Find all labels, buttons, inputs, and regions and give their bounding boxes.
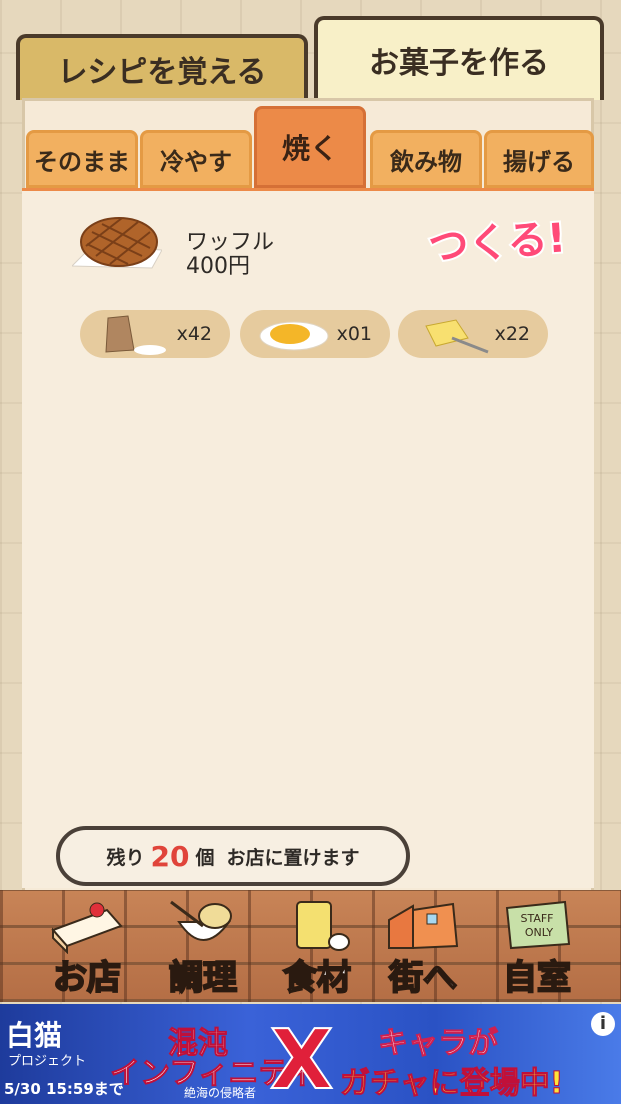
butter-icon — [425, 319, 489, 354]
nav-label: 食材 — [282, 957, 352, 999]
svg-text:ONLY: ONLY — [525, 926, 554, 939]
svg-text:STAFF: STAFF — [520, 912, 553, 925]
subtab-chill[interactable]: 冷やす — [140, 130, 252, 188]
ad-date: 5/30 15:59まで — [4, 1080, 124, 1098]
ad-x-mark: X — [269, 1013, 334, 1104]
cake-icon — [51, 902, 123, 955]
ingredient-qty: x22 — [494, 323, 530, 345]
egg-icon — [259, 321, 329, 351]
remaining-suffix: お店に置けます — [226, 846, 360, 869]
tab-make-sweets[interactable]: お菓子を作る — [314, 16, 604, 100]
ad-info-icon[interactable]: i — [591, 1012, 615, 1036]
subtab-as-is[interactable]: そのまま — [26, 130, 138, 188]
subtab-fry[interactable]: 揚げる — [484, 130, 594, 188]
ingredients-bag-icon — [296, 901, 350, 951]
tab-learn-recipe[interactable]: レシピを覚える — [16, 34, 308, 100]
nav-my-room[interactable]: STAFF ONLY 自室 — [482, 892, 592, 1002]
remaining-prefix: 残り — [106, 846, 145, 869]
nav-town[interactable]: 街へ — [368, 892, 478, 1002]
ingredient-butter: x22 — [398, 310, 548, 358]
ingredient-flour: x42 — [80, 310, 230, 358]
nav-label: 調理 — [168, 957, 238, 999]
nav-ingredients[interactable]: 食材 — [262, 892, 372, 1002]
staff-only-sign-icon: STAFF ONLY — [505, 900, 571, 950]
remaining-count: 20 — [150, 839, 190, 873]
subtab-bake[interactable]: 焼く — [254, 106, 366, 188]
nav-label: 自室 — [502, 957, 572, 999]
ad-right-2: ガチャに登場中! — [339, 1066, 564, 1102]
nav-label: 街へ — [388, 957, 458, 999]
flour-bag-icon — [105, 315, 166, 355]
ad-logo: 白猫 — [6, 1019, 63, 1052]
subtab-drinks[interactable]: 飲み物 — [370, 130, 482, 188]
make-button[interactable]: つくる! — [422, 208, 572, 274]
ingredient-qty: x42 — [176, 323, 212, 345]
town-icon — [388, 902, 459, 950]
nav-label: お店 — [52, 957, 122, 999]
remaining-stock-label: 残り 20 個 お店に置けます — [56, 826, 410, 886]
recipe-price: 400円 — [186, 254, 250, 279]
ingredient-qty: x01 — [336, 323, 372, 345]
ad-banner[interactable]: 白猫 プロジェクト 5/30 15:59まで 混沌 インフィニティ 絶海の侵略者… — [0, 1004, 621, 1104]
recipe-list — [22, 188, 594, 888]
nav-shop[interactable]: お店 — [32, 892, 142, 1002]
nav-cook[interactable]: 調理 — [148, 892, 258, 1002]
ad-logo-sub: プロジェクト — [8, 1054, 87, 1069]
mixing-bowl-icon — [170, 900, 232, 941]
waffle-icon — [72, 217, 162, 269]
ingredient-egg: x01 — [240, 310, 390, 358]
ad-right-1: キャラが — [378, 1026, 499, 1062]
make-button-label: つくる! — [427, 215, 567, 270]
remaining-unit: 個 — [195, 846, 215, 869]
ad-subtitle: 絶海の侵略者 — [184, 1086, 257, 1100]
